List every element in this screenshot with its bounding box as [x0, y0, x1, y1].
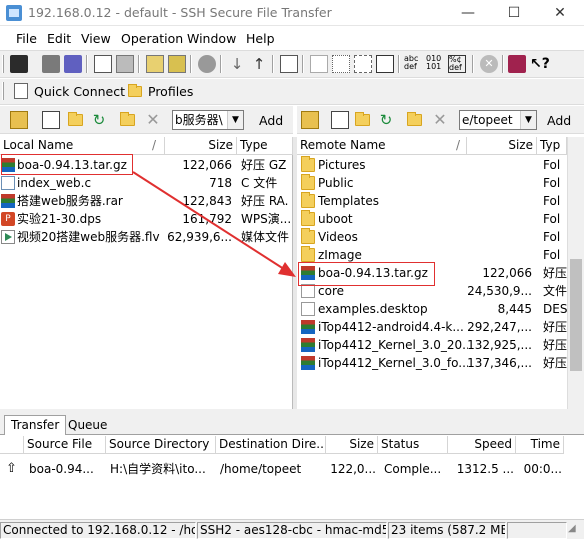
tab-queue[interactable]: Queue: [62, 417, 113, 434]
upload-direction-icon: ⇧: [6, 461, 17, 476]
transfer-speed: 1312.5 ...: [456, 462, 514, 476]
status-cipher: SSH2 - aes128-cbc - hmac-md5: [197, 522, 387, 539]
transfer-row[interactable]: ⇧ boa-0.94... H:\自学资料\ito... /home/topee…: [0, 460, 584, 478]
transfer-col-time[interactable]: Time: [516, 436, 564, 454]
transfer-col-size[interactable]: Size: [326, 436, 378, 454]
resize-grip-icon[interactable]: ◢: [568, 523, 582, 537]
transfer-size: 122,0...: [330, 462, 376, 476]
transfer-status: Comple...: [384, 462, 442, 476]
transfer-source-file: boa-0.94...: [29, 462, 94, 476]
transfer-col-status[interactable]: Status: [378, 436, 448, 454]
status-bar: Connected to 192.168.0.12 - /hon SSH2 - …: [0, 519, 584, 539]
transfer-col-speed[interactable]: Speed: [448, 436, 516, 454]
status-empty: [507, 522, 567, 539]
arrow-head: [278, 262, 296, 277]
transfer-col-dest-dir[interactable]: Destination Dire...: [216, 436, 326, 454]
transfer-col-source-dir[interactable]: Source Directory: [106, 436, 216, 454]
status-items: 23 items (587.2 MB: [388, 522, 506, 539]
arrow-line: [132, 171, 288, 272]
transfer-source-dir: H:\自学资料\ito...: [110, 462, 206, 476]
transfer-col-direction[interactable]: [0, 436, 24, 454]
transfer-time: 00:0...: [523, 462, 562, 476]
transfer-list[interactable]: Source File Source Directory Destination…: [0, 436, 584, 519]
tab-transfer[interactable]: Transfer: [4, 415, 67, 435]
transfer-col-source-file[interactable]: Source File: [24, 436, 106, 454]
transfer-tab-strip: Transfer Queue: [0, 415, 584, 435]
status-connection: Connected to 192.168.0.12 - /hon: [0, 522, 196, 539]
transfer-dest-dir: /home/topeet: [220, 462, 302, 476]
